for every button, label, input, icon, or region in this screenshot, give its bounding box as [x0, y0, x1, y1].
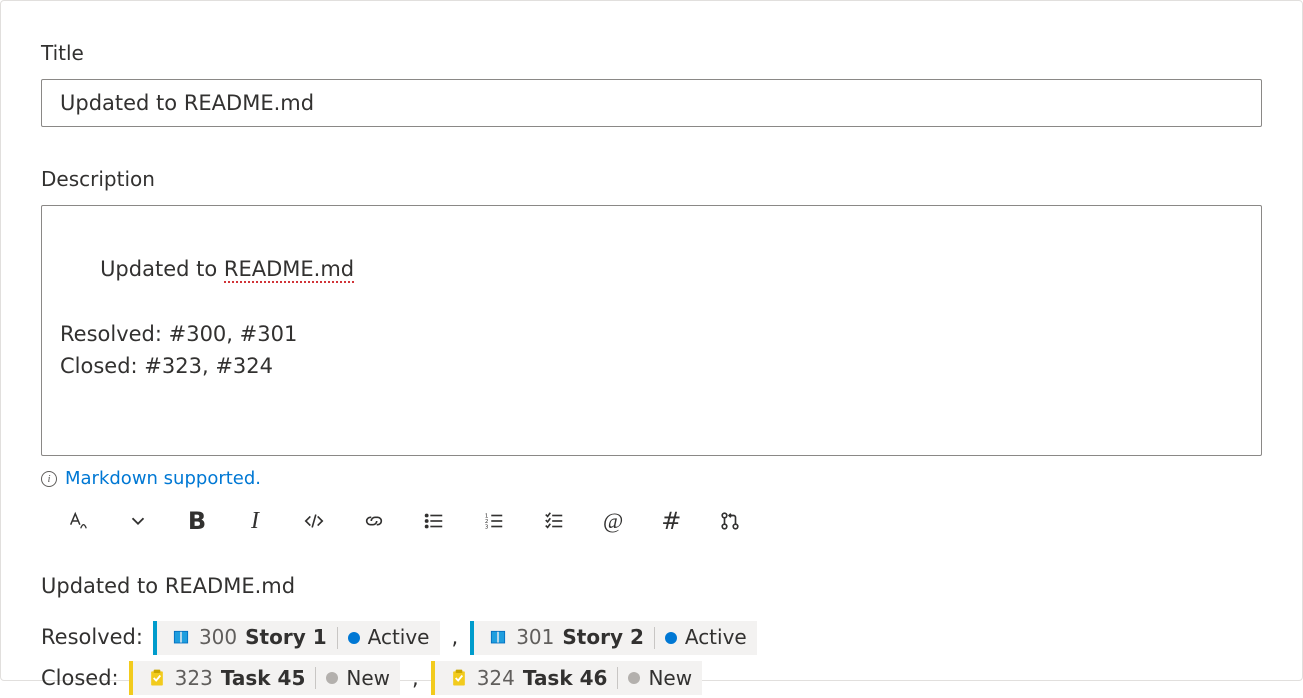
work-item-card[interactable]: 324Task 46 New [431, 661, 702, 695]
svg-text:3: 3 [485, 525, 489, 531]
desc-line1-spellcheck: README.md [224, 257, 354, 283]
work-item-id: 323 [175, 660, 213, 697]
desc-line1-prefix: Updated to [100, 257, 224, 281]
work-item-separator [654, 627, 655, 649]
code-button[interactable] [299, 507, 329, 535]
description-input[interactable]: Updated to README.md Resolved: #300, #301… [41, 205, 1262, 456]
text-style-dropdown[interactable] [123, 507, 153, 535]
bold-button[interactable]: B [183, 507, 211, 535]
description-preview: Updated to README.md Resolved: 300Story 1… [41, 567, 1262, 698]
title-label: Title [41, 41, 1262, 65]
work-item-row: Resolved: 300Story 1 Active, 301Story 2 Acti… [41, 618, 1262, 657]
row-label: Closed: [41, 659, 119, 698]
pr-form-panel: Title Description Updated to README.md Re… [0, 0, 1303, 681]
info-icon: i [41, 471, 57, 487]
preview-title: Updated to README.md [41, 567, 1262, 606]
work-item-state: Active [685, 619, 747, 656]
hashtag-button[interactable]: # [657, 507, 685, 535]
work-item-separator [617, 667, 618, 689]
bullet-list-button[interactable] [419, 507, 449, 535]
title-input[interactable] [41, 79, 1262, 127]
markdown-hint-row: i Markdown supported. [41, 468, 1262, 489]
italic-button[interactable]: I [241, 507, 269, 535]
list-separator: , [450, 618, 461, 657]
description-text[interactable]: Updated to README.md Resolved: #300, #301… [60, 220, 1243, 415]
format-toolbar: B I 1 2 3 [41, 503, 1262, 539]
work-item-row: Closed: 323Task 45 New, 324Task 46 New [41, 659, 1262, 698]
work-item-card[interactable]: 301Story 2 Active [470, 621, 757, 655]
row-label: Resolved: [41, 618, 143, 657]
work-item-name: Story 1 [245, 619, 326, 656]
book-icon [488, 628, 508, 648]
work-item-id: 300 [199, 619, 237, 656]
work-item-state: New [346, 660, 390, 697]
book-icon [171, 628, 191, 648]
work-item-card[interactable]: 323Task 45 New [129, 661, 400, 695]
description-label: Description [41, 167, 1262, 191]
work-item-stripe [431, 661, 435, 695]
markdown-supported-link[interactable]: Markdown supported. [65, 468, 261, 489]
state-dot-icon [665, 632, 677, 644]
work-item-state: New [648, 660, 692, 697]
text-style-button[interactable] [63, 507, 93, 535]
work-item-stripe [129, 661, 133, 695]
work-item-separator [337, 627, 338, 649]
mention-button[interactable]: @ [599, 507, 627, 535]
work-item-name: Task 46 [523, 660, 608, 697]
desc-line3: Resolved: #300, #301 [60, 322, 297, 346]
work-item-name: Task 45 [221, 660, 306, 697]
work-item-stripe [153, 621, 157, 655]
state-dot-icon [628, 672, 640, 684]
numbered-list-button[interactable]: 1 2 3 [479, 507, 509, 535]
work-item-card[interactable]: 300Story 1 Active [153, 621, 440, 655]
clipboard-icon [449, 668, 469, 688]
work-item-stripe [470, 621, 474, 655]
list-separator: , [410, 659, 421, 698]
work-item-name: Story 2 [562, 619, 643, 656]
task-list-button[interactable] [539, 507, 569, 535]
link-button[interactable] [359, 507, 389, 535]
work-item-id: 324 [477, 660, 515, 697]
work-item-state: Active [368, 619, 430, 656]
work-item-id: 301 [516, 619, 554, 656]
pull-request-button[interactable] [715, 507, 745, 535]
clipboard-icon [147, 668, 167, 688]
desc-line4: Closed: #323, #324 [60, 354, 273, 378]
state-dot-icon [326, 672, 338, 684]
state-dot-icon [348, 632, 360, 644]
work-item-separator [315, 667, 316, 689]
